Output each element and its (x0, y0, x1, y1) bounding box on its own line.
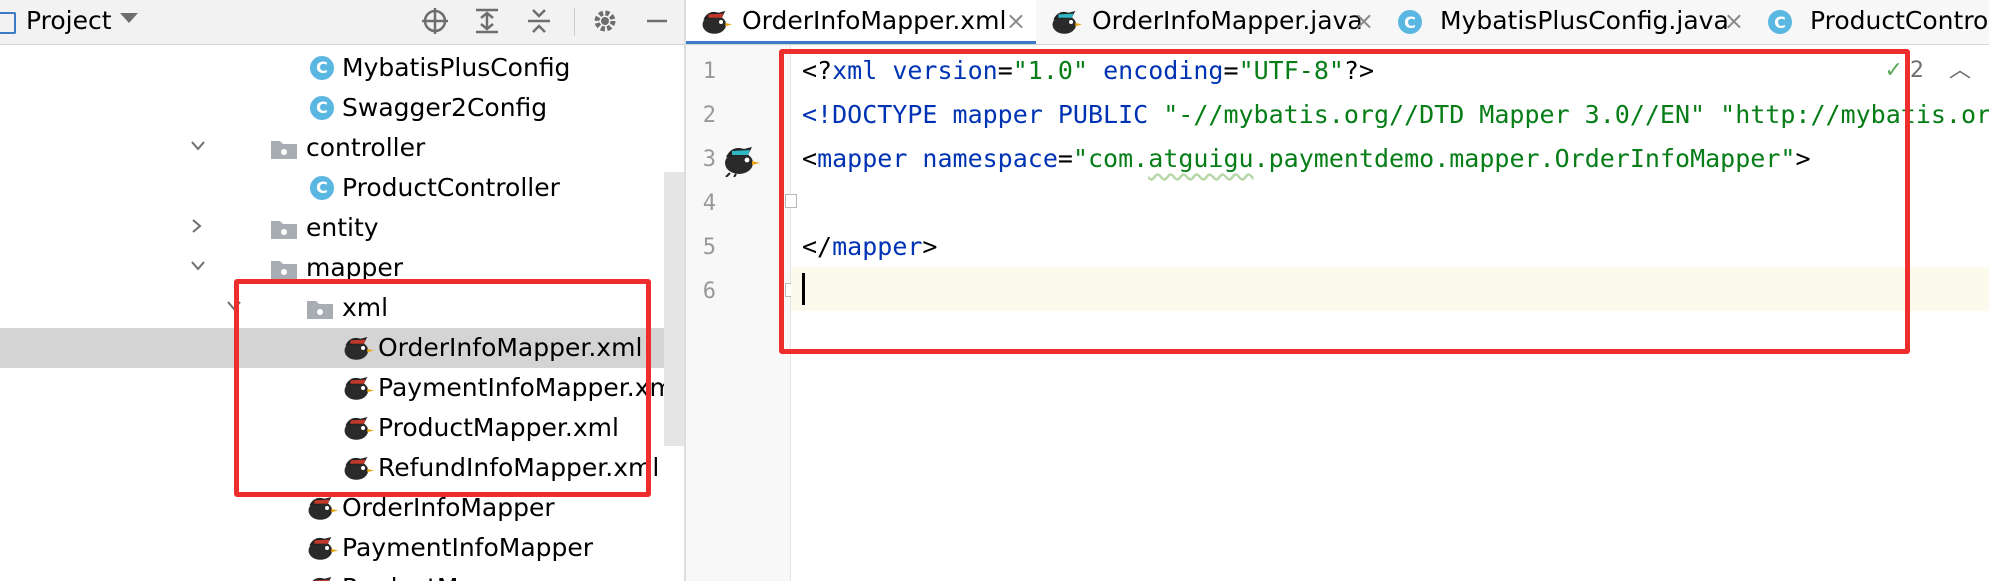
editor-tab[interactable]: OrderInfoMapper.xml × (686, 0, 1036, 44)
line-number: 1 (702, 59, 716, 84)
collapse-all-icon[interactable] (522, 4, 556, 38)
tree-item-label: PaymentInfoMapper (342, 533, 594, 562)
close-tab-icon[interactable]: × (1006, 4, 1026, 38)
editor-gutter: 1 2 3 4 5 6 (686, 45, 797, 581)
project-panel-title[interactable]: Project (26, 4, 112, 38)
tree-item-label: MybatisPlusConfig (342, 53, 571, 82)
scrollbar-thumb[interactable] (664, 172, 684, 446)
tree-item[interactable]: ProductMapper (0, 568, 684, 581)
editor-tab[interactable]: OrderInfoMapper.java × (1036, 0, 1384, 44)
folder-icon (270, 258, 298, 280)
mybatis-bird-icon (700, 7, 732, 41)
tree-item-label: Swagger2Config (342, 93, 548, 122)
editor-tab-label: OrderInfoMapper.xml (742, 6, 1007, 35)
tree-item-label: entity (306, 213, 379, 242)
view-selector-chevron-down-icon[interactable] (120, 13, 138, 23)
chevron-down-icon[interactable] (190, 258, 205, 272)
chevron-right-icon[interactable] (190, 218, 204, 233)
editor-tab[interactable]: C MybatisPlusConfig.java × (1384, 0, 1754, 44)
class-icon: C (1398, 7, 1422, 34)
annotation-box-xml-folder (234, 279, 651, 497)
tree-item[interactable]: entity (0, 208, 684, 248)
project-view-icon (0, 12, 16, 34)
mybatis-bird-icon[interactable] (722, 143, 760, 181)
folder-icon (270, 138, 298, 160)
class-icon: C (1768, 7, 1792, 34)
tree-item[interactable]: PaymentInfoMapper (0, 528, 684, 568)
expand-all-icon[interactable] (470, 4, 504, 38)
settings-gear-icon[interactable] (588, 4, 622, 38)
tree-item[interactable]: C ProductController (0, 168, 684, 208)
close-tab-icon[interactable]: × (1724, 4, 1744, 38)
locate-icon[interactable] (418, 4, 452, 38)
folder-icon (270, 218, 298, 240)
mybatis-bird-icon (1050, 7, 1082, 41)
class-icon-letter: C (316, 58, 328, 77)
line-number: 3 (702, 147, 716, 172)
class-icon-letter: C (316, 98, 328, 117)
tree-item[interactable]: C Swagger2Config (0, 88, 684, 128)
project-panel-header: Project (0, 0, 684, 45)
annotation-box-code (779, 49, 1910, 354)
tree-item[interactable]: C MybatisPlusConfig (0, 48, 684, 88)
tree-item-label: controller (306, 133, 426, 162)
editor-tab-bar: OrderInfoMapper.xml × OrderInfoMapper.java… (686, 0, 1989, 45)
mybatis-bird-icon (306, 532, 338, 564)
line-number: 4 (702, 191, 716, 216)
editor-tab-label: MybatisPlusConfig.java (1440, 6, 1729, 35)
class-icon: C (310, 96, 334, 120)
inspection-count: 2 (1909, 58, 1924, 83)
line-number: 6 (702, 279, 716, 304)
close-tab-icon[interactable]: × (1354, 4, 1374, 38)
tree-item-label: ProductMapper (342, 570, 531, 581)
tree-item-label: ProductController (342, 173, 560, 202)
class-icon: C (310, 56, 334, 80)
chevron-down-icon[interactable] (190, 138, 205, 152)
chevron-up-icon[interactable]: ︿ (1949, 58, 1971, 83)
editor-tab-label: OrderInfoMapper.java (1092, 6, 1363, 35)
hide-panel-icon[interactable] (640, 4, 674, 38)
class-icon: C (310, 176, 334, 200)
mybatis-bird-icon (306, 572, 338, 581)
tree-item[interactable]: controller (0, 128, 684, 168)
class-icon-letter: C (316, 178, 328, 197)
line-number: 5 (702, 235, 716, 260)
editor-tab[interactable]: C ProductController.java (1754, 0, 1989, 44)
editor-tab-label: ProductController.java (1810, 6, 1989, 35)
line-number: 2 (702, 103, 716, 128)
toolbar-divider (574, 8, 575, 36)
